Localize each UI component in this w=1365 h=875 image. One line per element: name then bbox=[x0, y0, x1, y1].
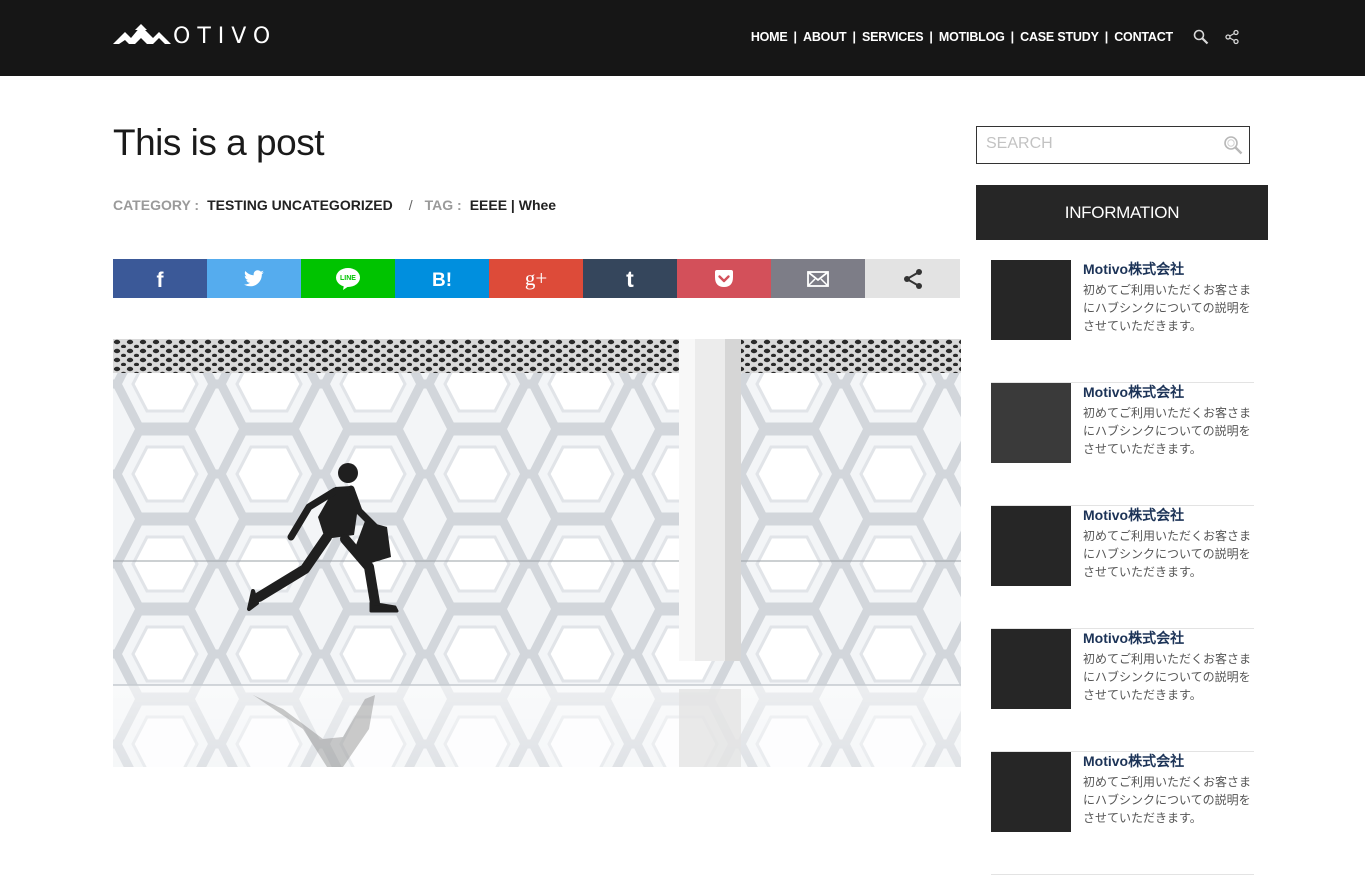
nav-item-case-study[interactable]: CASE STUDY bbox=[1020, 30, 1099, 44]
hatena-icon: B! bbox=[432, 270, 452, 290]
tag-links[interactable]: EEEE | Whee bbox=[470, 197, 556, 213]
item-thumbnail bbox=[991, 752, 1071, 832]
item-title[interactable]: Motivo株式会社 bbox=[1083, 384, 1255, 401]
category-label: CATEGORY : bbox=[113, 197, 200, 213]
google-plus-icon: g+ bbox=[525, 268, 547, 290]
nav-item-motiblog[interactable]: MOTIBLOG bbox=[939, 30, 1005, 44]
tumblr-icon: t bbox=[626, 267, 634, 291]
item-thumbnail bbox=[991, 260, 1071, 340]
nav-item-contact[interactable]: CONTACT bbox=[1114, 30, 1173, 44]
post-title: This is a post bbox=[113, 122, 324, 163]
item-description: 初めてご利用いただくお客さまにハブシンクについての説明をさせていただきます。 bbox=[1083, 652, 1252, 702]
tumblr-share-button[interactable]: t bbox=[583, 259, 677, 298]
item-thumbnail bbox=[991, 383, 1071, 463]
nav-item-home[interactable]: HOME bbox=[751, 30, 788, 44]
list-item[interactable]: Motivo株式会社 初めてご利用いただくお客さまにハブシンクについての説明をさ… bbox=[991, 260, 1254, 383]
item-title[interactable]: Motivo株式会社 bbox=[1083, 507, 1255, 524]
item-title[interactable]: Motivo株式会社 bbox=[1083, 630, 1255, 647]
site-header: OTIVO HOME | ABOUT | SERVICES | MOTIBLOG… bbox=[0, 0, 1365, 76]
post-featured-image bbox=[113, 339, 961, 767]
list-item[interactable]: Motivo株式会社 初めてご利用いただくお客さまにハブシンクについての説明をさ… bbox=[991, 752, 1254, 875]
search-input[interactable] bbox=[977, 127, 1206, 161]
nav-separator: | bbox=[852, 30, 856, 44]
site-logo[interactable]: OTIVO bbox=[113, 22, 277, 52]
google-plus-share-button[interactable]: g+ bbox=[489, 259, 583, 298]
facebook-icon: f bbox=[157, 269, 165, 290]
nav-separator: | bbox=[1010, 30, 1015, 44]
item-description: 初めてご利用いただくお客さまにハブシンクについての説明をさせていただきます。 bbox=[1083, 283, 1252, 333]
category-link[interactable]: TESTING UNCATEGORIZED bbox=[207, 197, 393, 213]
nav-separator: | bbox=[1104, 30, 1109, 44]
svg-text:g+: g+ bbox=[525, 268, 547, 290]
item-description: 初めてご利用いただくお客さまにハブシンクについての説明をさせていただきます。 bbox=[1083, 775, 1252, 825]
email-icon bbox=[807, 270, 829, 287]
svg-text:f: f bbox=[157, 269, 165, 290]
item-description: 初めてご利用いただくお客さまにハブシンクについての説明をさせていただきます。 bbox=[1083, 529, 1252, 579]
nav-item-services[interactable]: SERVICES bbox=[862, 30, 924, 44]
logo-text: OTIVO bbox=[173, 24, 278, 49]
information-heading: INFORMATION bbox=[976, 185, 1268, 240]
sidebar-search bbox=[976, 126, 1250, 164]
list-item[interactable]: Motivo株式会社 初めてご利用いただくお客さまにハブシンクについての説明をさ… bbox=[991, 383, 1254, 506]
facebook-share-button[interactable]: f bbox=[113, 259, 207, 298]
list-item[interactable]: Motivo株式会社 初めてご利用いただくお客さまにハブシンクについての説明をさ… bbox=[991, 506, 1254, 629]
email-share-button[interactable] bbox=[771, 259, 865, 298]
pocket-icon bbox=[715, 269, 733, 287]
search-icon[interactable] bbox=[1193, 29, 1209, 45]
running-man-photo bbox=[113, 339, 961, 767]
item-description: 初めてご利用いただくお客さまにハブシンクについての説明をさせていただきます。 bbox=[1083, 406, 1252, 456]
svg-text:t: t bbox=[626, 267, 634, 291]
twitter-share-button[interactable] bbox=[207, 259, 301, 298]
share-icon bbox=[903, 268, 922, 289]
svg-text:LINE: LINE bbox=[340, 275, 356, 282]
svg-text:B!: B! bbox=[432, 270, 452, 290]
nav-item-about[interactable]: ABOUT bbox=[803, 30, 847, 44]
meta-divider: / bbox=[408, 197, 413, 213]
line-share-button[interactable]: LINE bbox=[301, 259, 395, 298]
twitter-icon bbox=[244, 269, 264, 286]
nav-separator: | bbox=[929, 30, 933, 44]
item-thumbnail bbox=[991, 629, 1071, 709]
hatena-share-button[interactable]: B! bbox=[395, 259, 489, 298]
item-thumbnail bbox=[991, 506, 1071, 586]
item-title[interactable]: Motivo株式会社 bbox=[1083, 261, 1255, 278]
search-icon[interactable] bbox=[1223, 135, 1243, 155]
list-item[interactable]: Motivo株式会社 初めてご利用いただくお客さまにハブシンクについての説明をさ… bbox=[991, 629, 1254, 752]
tag-label: TAG : bbox=[424, 197, 462, 213]
main-nav: HOME | ABOUT | SERVICES | MOTIBLOG | CAS… bbox=[751, 30, 1173, 44]
share-icon[interactable] bbox=[1224, 29, 1240, 45]
share-bar: f LINE B! g+ t bbox=[113, 259, 960, 298]
line-icon: LINE bbox=[336, 267, 360, 290]
post-meta: CATEGORY : TESTING UNCATEGORIZED / TAG :… bbox=[113, 197, 556, 213]
nav-separator: | bbox=[793, 30, 798, 44]
information-list: Motivo株式会社 初めてご利用いただくお客さまにハブシンクについての説明をさ… bbox=[991, 260, 1254, 875]
pocket-share-button[interactable] bbox=[677, 259, 771, 298]
share-more-button[interactable] bbox=[865, 259, 960, 298]
item-title[interactable]: Motivo株式会社 bbox=[1083, 753, 1255, 770]
logo-mark-icon bbox=[113, 24, 171, 44]
